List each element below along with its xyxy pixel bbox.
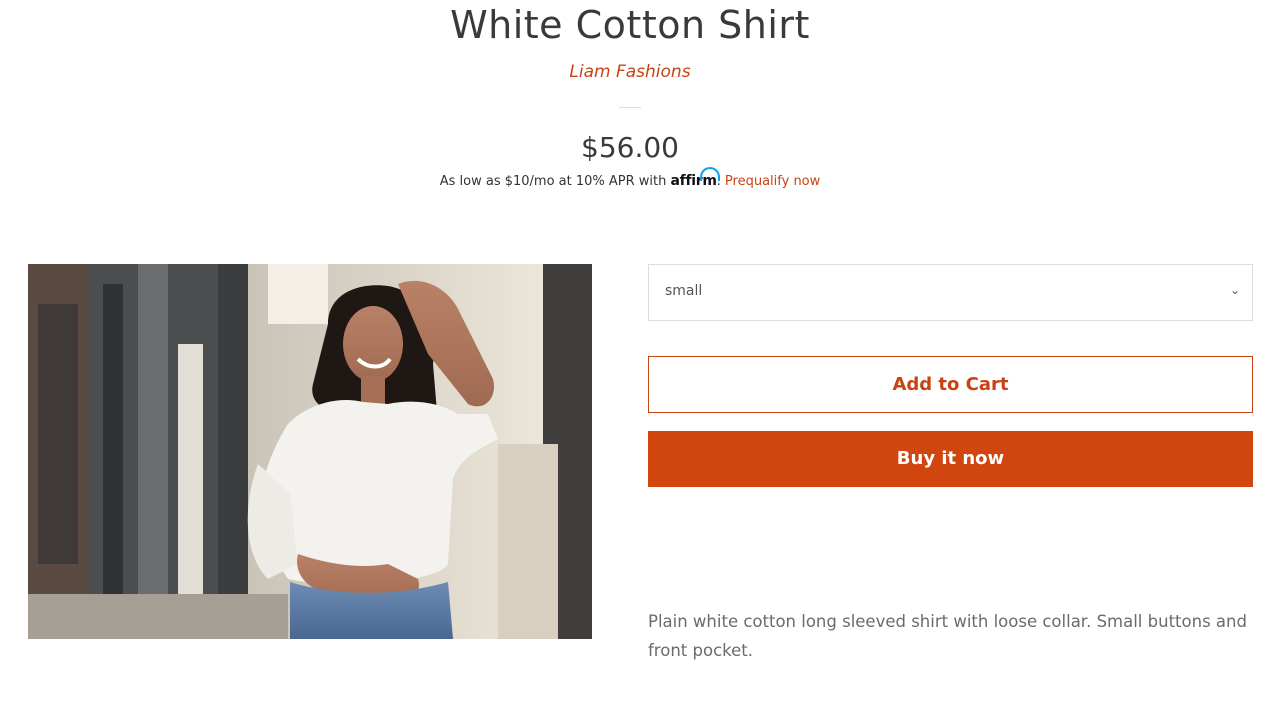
affirm-logo: affirm [671,167,720,191]
add-to-cart-button[interactable]: Add to Cart [648,356,1253,413]
affirm-financing-message: As low as $10/mo at 10% APR with affirm.… [0,167,1260,192]
buy-it-now-button[interactable]: Buy it now [648,431,1253,487]
product-title: White Cotton Shirt [450,3,810,47]
chevron-down-icon: ⌄ [1229,283,1240,297]
product-price: $56.00 [581,131,679,164]
product-image[interactable] [28,264,592,639]
financing-text: As low as $10/mo at 10% APR with [439,174,667,189]
product-photo-icon [28,264,592,639]
size-select-value: small [665,283,703,299]
vendor-link[interactable]: Liam Fashions [0,61,1260,83]
title-divider [619,107,641,108]
product-page: White Cotton Shirt Liam Fashions $56.00 … [0,0,1280,720]
prequalify-link[interactable]: Prequalify now [725,174,820,189]
product-description: Plain white cotton long sleeved shirt wi… [648,612,1247,660]
affirm-arc-icon [699,167,720,181]
size-select[interactable]: small ⌄ [648,264,1253,321]
